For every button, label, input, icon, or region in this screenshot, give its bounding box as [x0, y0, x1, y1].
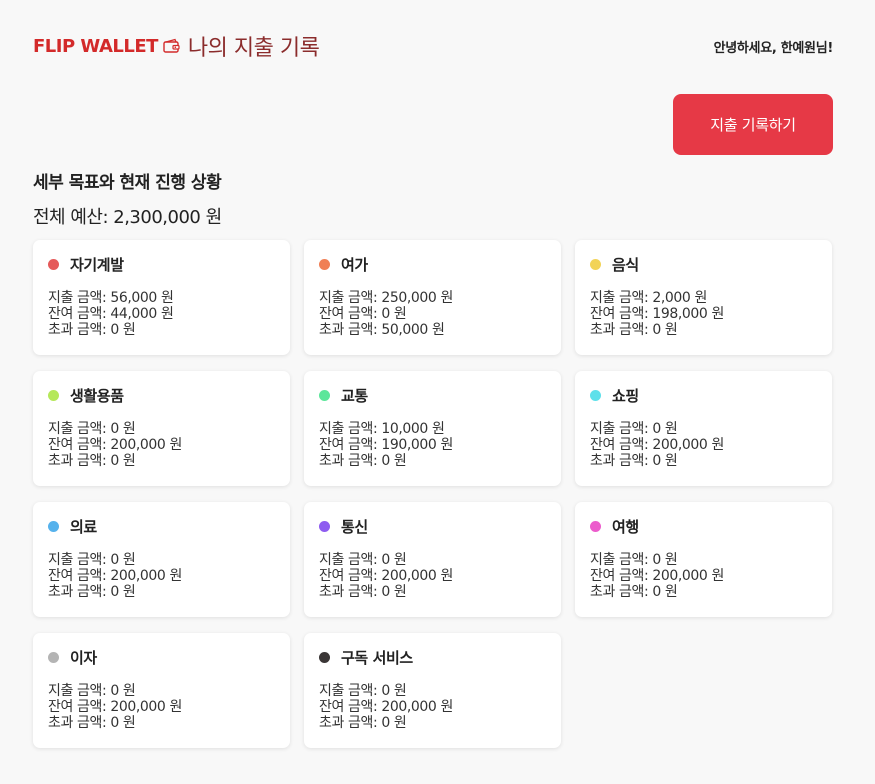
category-stats: 지출 금액: 0 원 잔여 금액: 200,000 원 초과 금액: 0 원: [319, 552, 546, 600]
category-card: 여행지출 금액: 0 원 잔여 금액: 200,000 원 초과 금액: 0 원: [575, 502, 832, 617]
category-color-dot: [48, 651, 59, 663]
spent-amount: 지출 금액: 250,000 원: [319, 290, 453, 306]
category-card: 음식지출 금액: 2,000 원 잔여 금액: 198,000 원 초과 금액: 0…: [575, 240, 832, 355]
category-color-dot: [319, 520, 330, 532]
category-name: 쇼핑: [612, 386, 639, 405]
category-card: 이자지출 금액: 0 원 잔여 금액: 200,000 원 초과 금액: 0 원: [33, 633, 290, 748]
category-header: 이자: [48, 647, 275, 667]
wallet-icon: [163, 38, 181, 54]
over-amount: 초과 금액: 0 원: [590, 584, 678, 600]
over-amount: 초과 금액: 0 원: [48, 322, 136, 338]
brand-logo-text[interactable]: FLIP WALLET: [33, 36, 158, 57]
remaining-amount: 잔여 금액: 44,000 원: [48, 306, 174, 322]
remaining-amount: 잔여 금액: 200,000 원: [48, 699, 182, 715]
category-stats: 지출 금액: 0 원 잔여 금액: 200,000 원 초과 금액: 0 원: [48, 683, 275, 731]
category-card: 자기계발지출 금액: 56,000 원 잔여 금액: 44,000 원 초과 금액:…: [33, 240, 290, 355]
remaining-amount: 잔여 금액: 190,000 원: [319, 437, 453, 453]
category-stats: 지출 금액: 56,000 원 잔여 금액: 44,000 원 초과 금액: 0 원: [48, 290, 275, 338]
category-header: 여가: [319, 254, 546, 274]
spent-amount: 지출 금액: 56,000 원: [48, 290, 174, 306]
category-color-dot: [48, 258, 59, 270]
category-stats: 지출 금액: 0 원 잔여 금액: 200,000 원 초과 금액: 0 원: [48, 552, 275, 600]
over-amount: 초과 금액: 0 원: [590, 322, 678, 338]
remaining-amount: 잔여 금액: 0 원: [319, 306, 407, 322]
total-budget: 전체 예산: 2,300,000 원: [33, 207, 222, 228]
section-title: 세부 목표와 현재 진행 상황: [33, 173, 222, 193]
over-amount: 초과 금액: 0 원: [319, 715, 407, 731]
over-amount: 초과 금액: 0 원: [319, 584, 407, 600]
category-name: 교통: [341, 386, 368, 405]
category-color-dot: [48, 389, 59, 401]
category-stats: 지출 금액: 2,000 원 잔여 금액: 198,000 원 초과 금액: 0 원: [590, 290, 817, 338]
category-stats: 지출 금액: 0 원 잔여 금액: 200,000 원 초과 금액: 0 원: [48, 421, 275, 469]
category-header: 음식: [590, 254, 817, 274]
category-header: 통신: [319, 516, 546, 536]
category-name: 의료: [70, 517, 97, 536]
category-card: 의료지출 금액: 0 원 잔여 금액: 200,000 원 초과 금액: 0 원: [33, 502, 290, 617]
over-amount: 초과 금액: 0 원: [590, 453, 678, 469]
page-title: 나의 지출 기록: [187, 36, 320, 61]
spent-amount: 지출 금액: 10,000 원: [319, 421, 445, 437]
over-amount: 초과 금액: 0 원: [48, 584, 136, 600]
spent-amount: 지출 금액: 0 원: [319, 552, 407, 568]
category-header: 생활용품: [48, 385, 275, 405]
category-stats: 지출 금액: 10,000 원 잔여 금액: 190,000 원 초과 금액: 0 …: [319, 421, 546, 469]
category-name: 통신: [341, 517, 368, 536]
spent-amount: 지출 금액: 0 원: [48, 421, 136, 437]
over-amount: 초과 금액: 0 원: [48, 453, 136, 469]
category-card: 여가지출 금액: 250,000 원 잔여 금액: 0 원 초과 금액: 50,00…: [304, 240, 561, 355]
category-name: 음식: [612, 255, 639, 274]
category-name: 자기계발: [70, 255, 124, 274]
category-card: 교통지출 금액: 10,000 원 잔여 금액: 190,000 원 초과 금액: …: [304, 371, 561, 486]
category-header: 여행: [590, 516, 817, 536]
category-name: 여가: [341, 255, 368, 274]
category-color-dot: [590, 520, 601, 532]
remaining-amount: 잔여 금액: 200,000 원: [48, 437, 182, 453]
category-name: 여행: [612, 517, 639, 536]
category-header: 의료: [48, 516, 275, 536]
category-color-dot: [48, 520, 59, 532]
page-header: FLIP WALLET 나의 지출 기록 안녕하세요, 한예원님!: [33, 30, 833, 62]
category-header: 구독 서비스: [319, 647, 546, 667]
category-name: 구독 서비스: [341, 648, 413, 667]
spent-amount: 지출 금액: 0 원: [319, 683, 407, 699]
spent-amount: 지출 금액: 0 원: [48, 552, 136, 568]
category-color-dot: [319, 389, 330, 401]
over-amount: 초과 금액: 0 원: [319, 453, 407, 469]
over-amount: 초과 금액: 50,000 원: [319, 322, 445, 338]
remaining-amount: 잔여 금액: 200,000 원: [48, 568, 182, 584]
spent-amount: 지출 금액: 2,000 원: [590, 290, 707, 306]
remaining-amount: 잔여 금액: 200,000 원: [319, 568, 453, 584]
category-name: 생활용품: [70, 386, 124, 405]
record-expense-button[interactable]: 지출 기록하기: [673, 94, 833, 155]
category-card: 생활용품지출 금액: 0 원 잔여 금액: 200,000 원 초과 금액: 0 원: [33, 371, 290, 486]
brand: FLIP WALLET 나의 지출 기록: [33, 30, 320, 62]
remaining-amount: 잔여 금액: 198,000 원: [590, 306, 724, 322]
category-header: 자기계발: [48, 254, 275, 274]
remaining-amount: 잔여 금액: 200,000 원: [319, 699, 453, 715]
remaining-amount: 잔여 금액: 200,000 원: [590, 437, 724, 453]
category-stats: 지출 금액: 0 원 잔여 금액: 200,000 원 초과 금액: 0 원: [319, 683, 546, 731]
category-name: 이자: [70, 648, 97, 667]
spent-amount: 지출 금액: 0 원: [590, 552, 678, 568]
category-card: 쇼핑지출 금액: 0 원 잔여 금액: 200,000 원 초과 금액: 0 원: [575, 371, 832, 486]
spent-amount: 지출 금액: 0 원: [590, 421, 678, 437]
category-color-dot: [590, 389, 601, 401]
category-card: 구독 서비스지출 금액: 0 원 잔여 금액: 200,000 원 초과 금액: 0…: [304, 633, 561, 748]
over-amount: 초과 금액: 0 원: [48, 715, 136, 731]
category-color-dot: [319, 651, 330, 663]
user-greeting: 안녕하세요, 한예원님!: [713, 40, 834, 56]
category-stats: 지출 금액: 0 원 잔여 금액: 200,000 원 초과 금액: 0 원: [590, 552, 817, 600]
remaining-amount: 잔여 금액: 200,000 원: [590, 568, 724, 584]
category-color-dot: [590, 258, 601, 270]
category-color-dot: [319, 258, 330, 270]
category-stats: 지출 금액: 250,000 원 잔여 금액: 0 원 초과 금액: 50,000 …: [319, 290, 546, 338]
category-grid: 자기계발 지출 금액: 56,000 원 잔여 금액: 44,000 원 초과 금액:…: [33, 240, 832, 748]
spent-amount: 지출 금액: 0 원: [48, 683, 136, 699]
category-stats: 지출 금액: 0 원 잔여 금액: 200,000 원 초과 금액: 0 원: [590, 421, 817, 469]
category-header: 쇼핑: [590, 385, 817, 405]
category-header: 교통: [319, 385, 546, 405]
category-card: 통신지출 금액: 0 원 잔여 금액: 200,000 원 초과 금액: 0 원: [304, 502, 561, 617]
